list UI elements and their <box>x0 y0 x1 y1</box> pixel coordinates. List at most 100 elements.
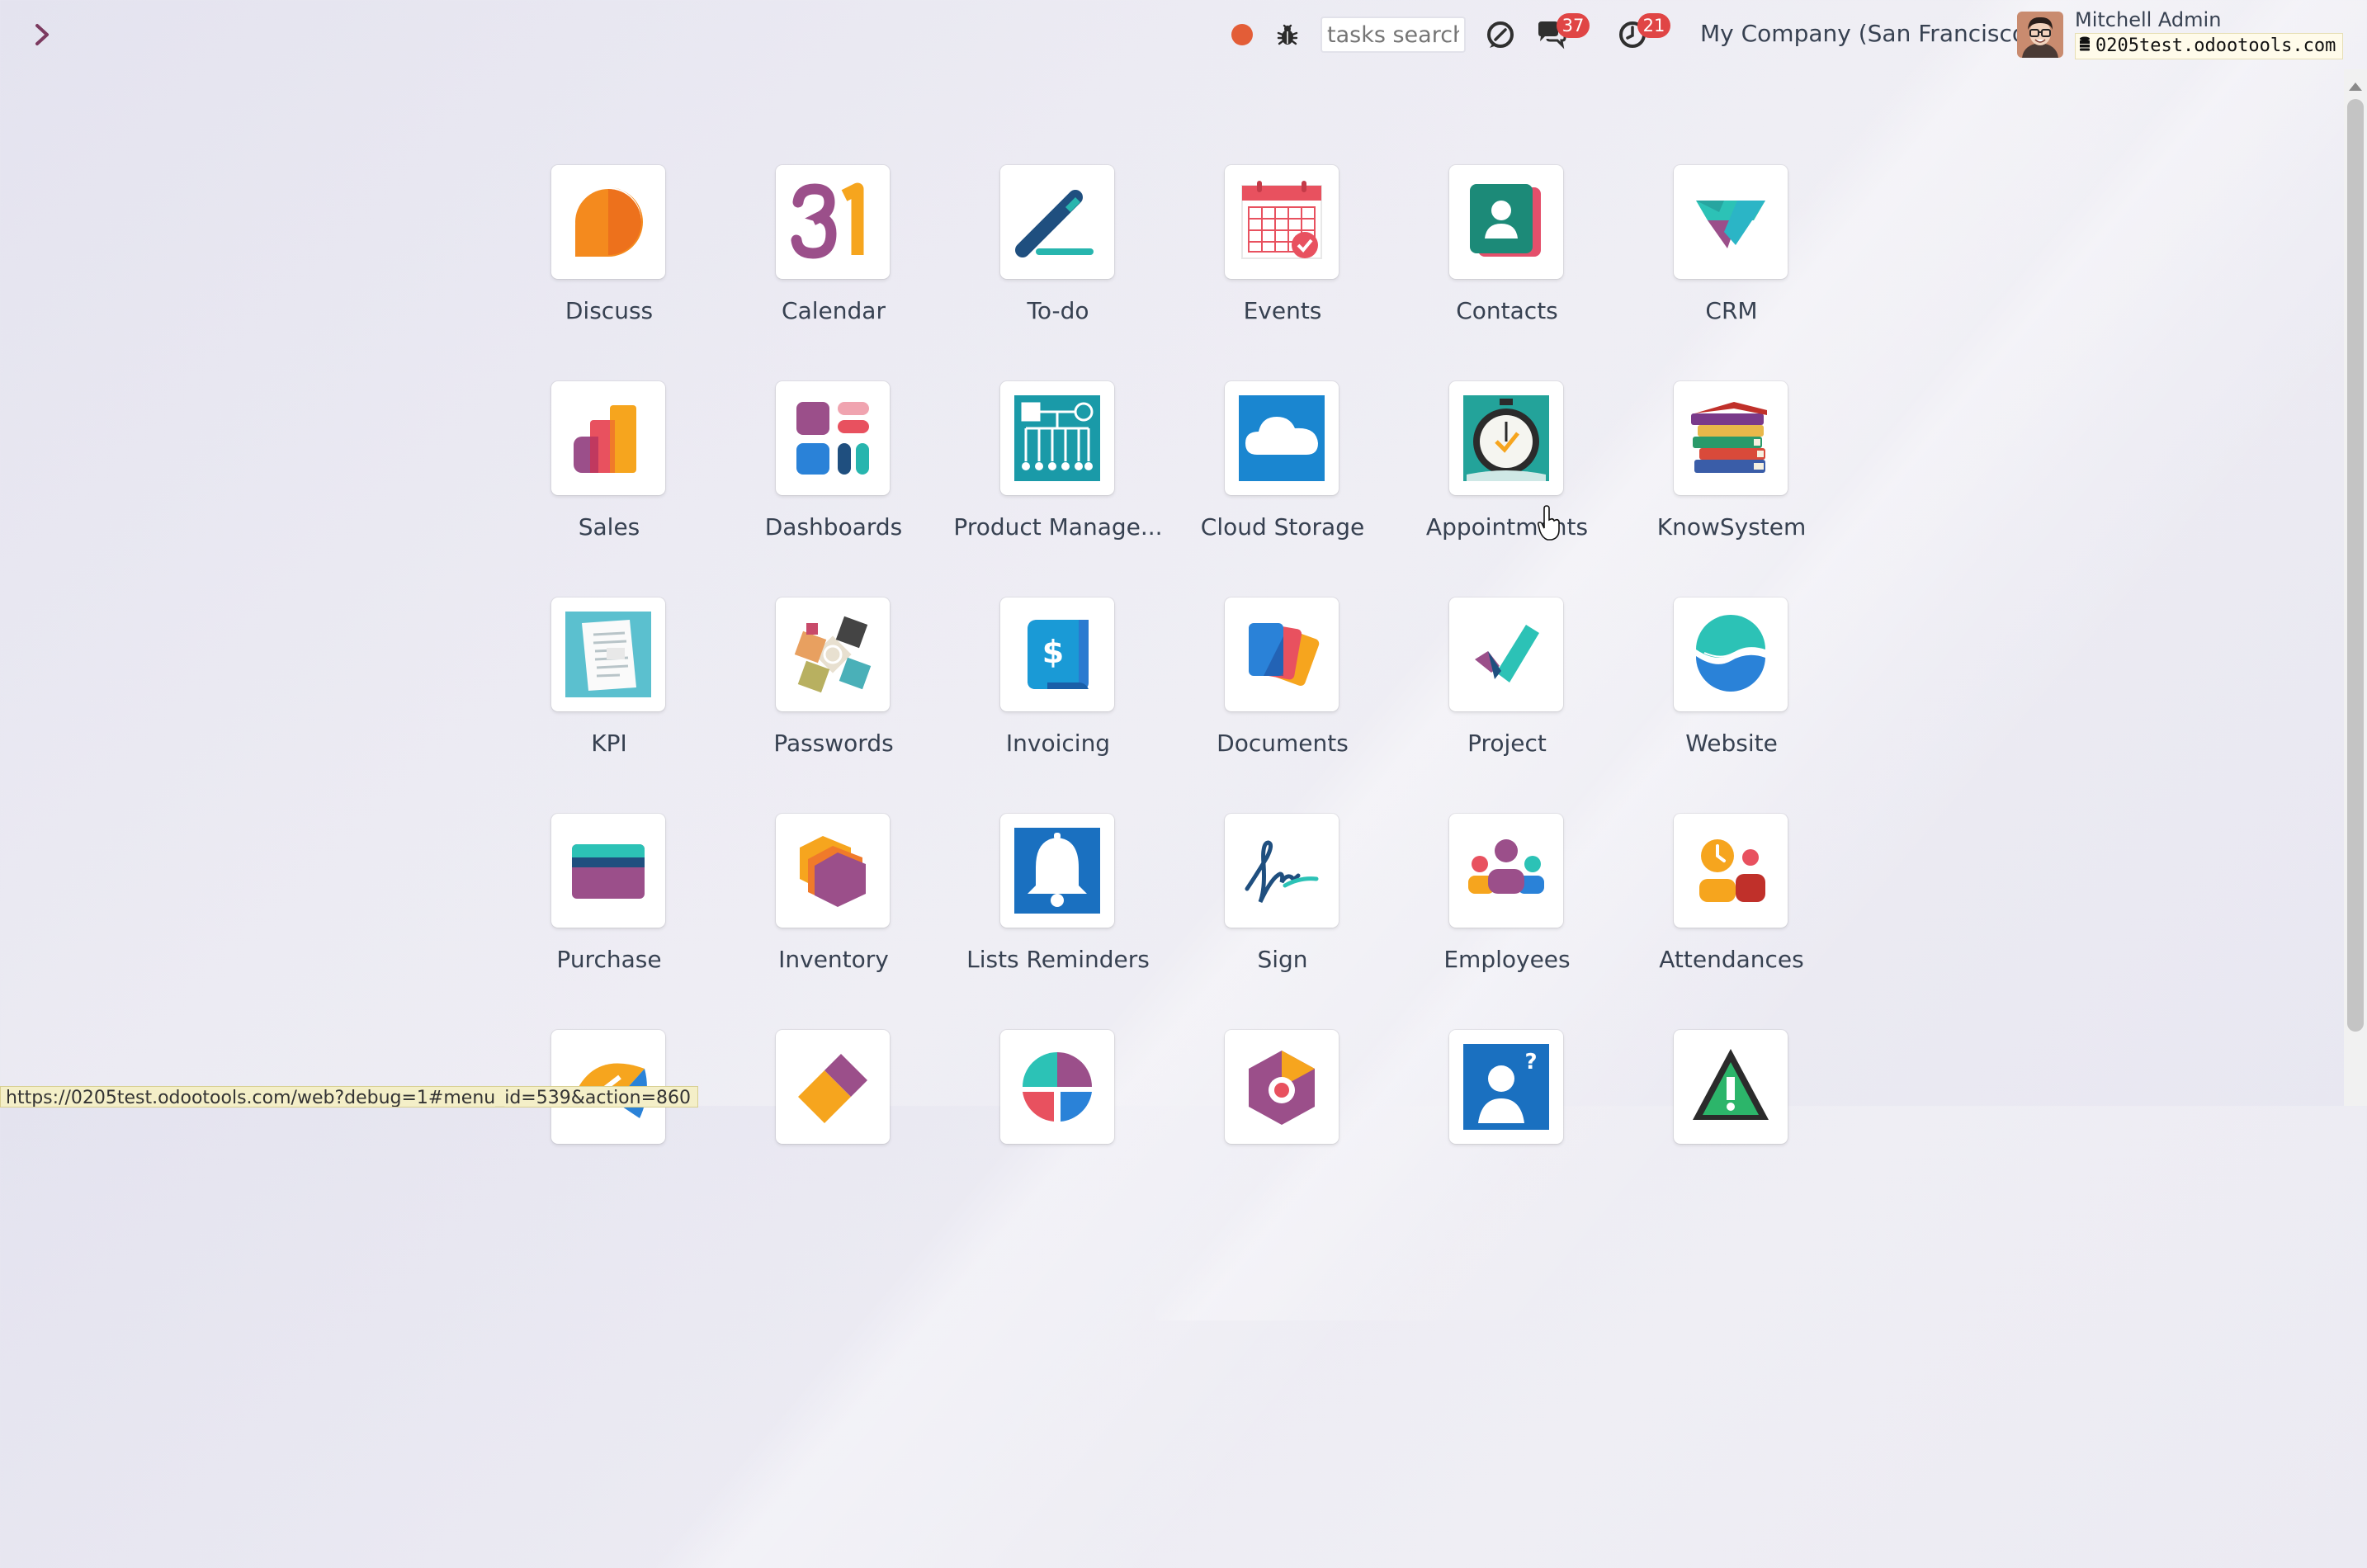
database-name: 0205test.odootools.com <box>2095 35 2336 56</box>
app-kpi[interactable]: KPI <box>497 597 721 787</box>
app-label: KPI <box>591 730 627 757</box>
project-icon <box>1449 597 1563 711</box>
svg-text:$: $ <box>1042 634 1064 670</box>
app-tile-partial-4[interactable] <box>1170 1030 1395 1220</box>
app-events[interactable]: Events <box>1170 165 1395 355</box>
crm-icon <box>1674 165 1788 279</box>
app-crm[interactable]: CRM <box>1619 165 1844 355</box>
app-tile-partial-3[interactable] <box>946 1030 1170 1220</box>
sign-icon <box>1225 814 1339 928</box>
product-management-icon <box>1000 381 1114 495</box>
app-project[interactable]: Project <box>1395 597 1619 787</box>
app-label: Discuss <box>565 297 654 324</box>
app-employees[interactable]: Employees <box>1395 814 1619 1004</box>
app-knowsystem[interactable]: KnowSystem <box>1619 381 1844 571</box>
contacts-icon <box>1449 165 1563 279</box>
app-appointments[interactable]: Appointments <box>1395 381 1619 571</box>
app-label: Passwords <box>773 730 894 757</box>
discuss-icon <box>551 165 665 279</box>
debug-bug-icon[interactable] <box>1274 21 1301 48</box>
app-label: Project <box>1467 730 1547 757</box>
app-label: Events <box>1243 297 1322 324</box>
app-label: Sign <box>1257 946 1308 973</box>
app-label: Attendances <box>1659 946 1804 973</box>
app-sales[interactable]: Sales <box>497 381 721 571</box>
recording-indicator-icon[interactable] <box>1231 24 1253 45</box>
app-documents[interactable]: Documents <box>1170 597 1395 787</box>
website-icon <box>1674 597 1788 711</box>
user-avatar[interactable] <box>2017 12 2063 58</box>
app-discuss[interactable]: Discuss <box>497 165 721 355</box>
app-inventory[interactable]: Inventory <box>721 814 946 1004</box>
app-cloud-storage[interactable]: Cloud Storage <box>1170 381 1395 571</box>
app-label: Contacts <box>1456 297 1558 324</box>
app-label: Inventory <box>778 946 889 973</box>
dashboards-icon <box>776 381 890 495</box>
app-sign[interactable]: Sign <box>1170 814 1395 1004</box>
user-name[interactable]: Mitchell Admin <box>2075 8 2221 31</box>
link-preview-status-bar: https://0205test.odootools.com/web?debug… <box>0 1086 698 1108</box>
app-calendar[interactable]: Calendar <box>721 165 946 355</box>
lists-reminders-icon <box>1000 814 1114 928</box>
inventory-icon <box>776 814 890 928</box>
app-label: Appointments <box>1425 513 1589 541</box>
scroll-up-arrow-icon[interactable] <box>2349 83 2362 91</box>
vertical-scrollbar[interactable] <box>2344 69 2367 1106</box>
app-product-management[interactable]: Product Manage... <box>946 381 1170 571</box>
partial-app-icon <box>1000 1030 1114 1144</box>
app-tile-partial-1[interactable] <box>497 1030 721 1220</box>
app-attendances[interactable]: Attendances <box>1619 814 1844 1004</box>
app-passwords[interactable]: Passwords <box>721 597 946 787</box>
app-invoicing[interactable]: $ Invoicing <box>946 597 1170 787</box>
passwords-icon <box>776 597 890 711</box>
app-website[interactable]: Website <box>1619 597 1844 787</box>
app-label: To-do <box>1027 297 1089 324</box>
company-switcher[interactable]: My Company (San Francisco) <box>1700 20 2035 47</box>
employees-icon <box>1449 814 1563 928</box>
app-label: Lists Reminders <box>966 946 1150 973</box>
sales-icon <box>551 381 665 495</box>
partial-app-icon <box>1225 1030 1339 1144</box>
app-label: Documents <box>1217 730 1349 757</box>
app-label: Dashboards <box>764 513 903 541</box>
app-purchase[interactable]: Purchase <box>497 814 721 1004</box>
activities-count-badge: 21 <box>1637 13 1670 38</box>
app-label: CRM <box>1705 297 1758 324</box>
database-icon <box>2079 34 2091 59</box>
tasks-search-input[interactable] <box>1321 17 1466 53</box>
invoicing-icon: $ <box>1000 597 1114 711</box>
app-dashboards[interactable]: Dashboards <box>721 381 946 571</box>
cloud-storage-icon <box>1225 381 1339 495</box>
app-tile-partial-2[interactable] <box>721 1030 946 1220</box>
app-label: Cloud Storage <box>1200 513 1365 541</box>
app-label: Invoicing <box>1005 730 1111 757</box>
messages-count-badge: 37 <box>1557 13 1590 38</box>
app-contacts[interactable]: Contacts <box>1395 165 1619 355</box>
app-tile-partial-5[interactable]: ? <box>1395 1030 1619 1220</box>
voip-phone-icon[interactable] <box>1484 18 1517 51</box>
partial-app-icon <box>776 1030 890 1144</box>
hand-pointer-cursor-icon <box>1537 505 1561 541</box>
app-tile-partial-6[interactable] <box>1619 1030 1844 1220</box>
app-lists-reminders[interactable]: Lists Reminders <box>946 814 1170 1004</box>
database-name-label: 0205test.odootools.com <box>2075 33 2344 59</box>
app-todo[interactable]: To-do <box>946 165 1170 355</box>
documents-icon <box>1225 597 1339 711</box>
top-navbar: 37 21 My Company (San Francisco) Mitchel… <box>0 0 2367 69</box>
app-label: Employees <box>1443 946 1571 973</box>
app-label: Purchase <box>556 946 662 973</box>
partial-app-icon: ? <box>1449 1030 1563 1144</box>
todo-icon <box>1000 165 1114 279</box>
partial-app-icon <box>1674 1030 1788 1144</box>
sidebar-toggle-chevron-icon[interactable] <box>28 18 58 51</box>
appointments-icon <box>1449 381 1563 495</box>
calendar-icon <box>776 165 890 279</box>
knowsystem-icon <box>1674 381 1788 495</box>
scrollbar-thumb[interactable] <box>2347 99 2364 1032</box>
app-label: Sales <box>578 513 640 541</box>
svg-text:?: ? <box>1524 1050 1537 1074</box>
attendances-icon <box>1674 814 1788 928</box>
app-label: KnowSystem <box>1656 513 1807 541</box>
purchase-icon <box>551 814 665 928</box>
app-label: Calendar <box>782 297 886 324</box>
